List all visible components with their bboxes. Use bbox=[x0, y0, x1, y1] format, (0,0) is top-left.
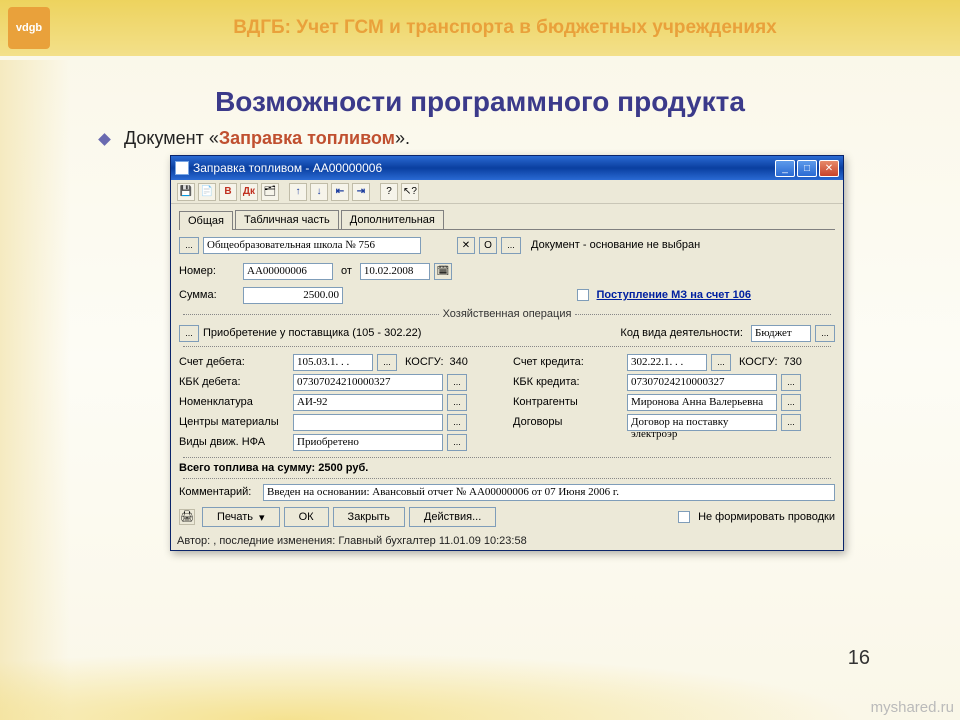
window-title: Заправка топливом - АА00000006 bbox=[193, 161, 775, 175]
operation-desc: Приобретение у поставщика (105 - 302.22) bbox=[203, 327, 421, 339]
number-field[interactable]: АА00000006 bbox=[243, 263, 333, 280]
slide-subtitle: Документ «Заправка топливом». bbox=[100, 128, 960, 149]
calendar-icon[interactable]: 🗓 bbox=[434, 263, 452, 280]
basis-select-button[interactable]: ... bbox=[501, 237, 521, 254]
toolbar-save-icon[interactable]: 💾 bbox=[177, 183, 195, 201]
group-operation-title: Хозяйственная операция bbox=[443, 308, 572, 320]
kvd-label: Код вида деятельности: bbox=[620, 327, 743, 339]
mz-checkbox-label[interactable]: Поступление МЗ на счет 106 bbox=[597, 289, 751, 301]
print-button[interactable]: Печать ▾ bbox=[202, 507, 280, 527]
toolbar-last-icon[interactable]: ⇥ bbox=[352, 183, 370, 201]
titlebar: Заправка топливом - АА00000006 _ □ ✕ bbox=[171, 156, 843, 180]
debit-account-field[interactable]: 105.03.1. . . bbox=[293, 354, 373, 371]
toolbar-dk-icon[interactable]: Дк bbox=[240, 183, 258, 201]
counterparty-button[interactable]: ... bbox=[781, 394, 801, 411]
credit-kosgu-label: КОСГУ: bbox=[739, 356, 778, 368]
minimize-button[interactable]: _ bbox=[775, 160, 795, 177]
toolbar-copy-icon[interactable]: 📄 bbox=[198, 183, 216, 201]
credit-kbk-label: КБК кредита: bbox=[513, 376, 623, 388]
contracts-label: Договоры bbox=[513, 416, 623, 428]
subtitle-prefix: Документ « bbox=[124, 128, 219, 148]
header-title: ВДГБ: Учет ГСМ и транспорта в бюджетных … bbox=[50, 17, 960, 39]
debit-kosgu-value: 340 bbox=[450, 356, 468, 368]
credit-account-field[interactable]: 302.22.1. . . bbox=[627, 354, 707, 371]
subtitle-accent: Заправка топливом bbox=[219, 128, 395, 148]
nfa-move-field[interactable]: Приобретено bbox=[293, 434, 443, 451]
debit-kbk-button[interactable]: ... bbox=[447, 374, 467, 391]
credit-kosgu-value: 730 bbox=[784, 356, 802, 368]
document-icon bbox=[175, 161, 189, 175]
tab-table[interactable]: Табличная часть bbox=[235, 210, 339, 229]
tab-general[interactable]: Общая bbox=[179, 211, 233, 230]
close-button[interactable]: ✕ bbox=[819, 160, 839, 177]
org-field[interactable]: Общеобразовательная школа № 756 bbox=[203, 237, 421, 254]
toolbar-tree-icon[interactable]: 🗂 bbox=[261, 183, 279, 201]
ok-button[interactable]: ОК bbox=[284, 507, 329, 527]
materials-center-field[interactable] bbox=[293, 414, 443, 431]
date-field[interactable]: 10.02.2008 bbox=[360, 263, 430, 280]
o-button[interactable]: O bbox=[479, 237, 497, 254]
comment-label: Комментарий: bbox=[179, 486, 259, 498]
number-label: Номер: bbox=[179, 265, 239, 277]
page-number: 16 bbox=[848, 647, 870, 670]
tabs: Общая Табличная часть Дополнительная bbox=[179, 210, 835, 230]
no-posting-checkbox[interactable] bbox=[678, 511, 690, 523]
debit-kosgu-label: КОСГУ: bbox=[405, 356, 444, 368]
org-select-button[interactable]: ... bbox=[179, 237, 199, 254]
from-label: от bbox=[341, 265, 352, 277]
debit-account-button[interactable]: ... bbox=[377, 354, 397, 371]
print-icon: 🖨 bbox=[179, 509, 195, 525]
actions-button[interactable]: Действия... bbox=[409, 507, 496, 527]
credit-kbk-field[interactable]: 07307024210000327 bbox=[627, 374, 777, 391]
no-posting-label: Не формировать проводки bbox=[698, 511, 835, 523]
maximize-button[interactable]: □ bbox=[797, 160, 817, 177]
materials-center-button[interactable]: ... bbox=[447, 414, 467, 431]
toolbar-down-icon[interactable]: ↓ bbox=[310, 183, 328, 201]
materials-center-label: Центры материалы bbox=[179, 416, 289, 428]
debit-kbk-field[interactable]: 07307024210000327 bbox=[293, 374, 443, 391]
toolbar-first-icon[interactable]: ⇤ bbox=[331, 183, 349, 201]
sum-label: Сумма: bbox=[179, 289, 239, 301]
status-line: Автор: , последние изменения: Главный бу… bbox=[171, 532, 843, 550]
app-window: Заправка топливом - АА00000006 _ □ ✕ 💾 📄… bbox=[170, 155, 844, 551]
operation-select-button[interactable]: ... bbox=[179, 325, 199, 342]
contracts-field[interactable]: Договор на поставку электроэр bbox=[627, 414, 777, 431]
toolbar-pointer-icon[interactable]: ↖? bbox=[401, 183, 419, 201]
counterparty-field[interactable]: Миронова Анна Валерьевна bbox=[627, 394, 777, 411]
debit-kbk-label: КБК дебета: bbox=[179, 376, 289, 388]
toolbar-up-icon[interactable]: ↑ bbox=[289, 183, 307, 201]
debit-account-label: Счет дебета: bbox=[179, 356, 289, 368]
toolbar-bold-icon[interactable]: B bbox=[219, 183, 237, 201]
nomenclature-field[interactable]: АИ-92 bbox=[293, 394, 443, 411]
credit-account-label: Счет кредита: bbox=[513, 356, 623, 368]
subtitle-suffix: ». bbox=[395, 128, 410, 148]
total-fuel: Всего топлива на сумму: 2500 руб. bbox=[179, 462, 835, 474]
nfa-move-label: Виды движ. НФА bbox=[179, 436, 289, 448]
sum-field[interactable]: 2500.00 bbox=[243, 287, 343, 304]
counterparty-label: Контрагенты bbox=[513, 396, 623, 408]
basis-text: Документ - основание не выбран bbox=[531, 239, 700, 251]
nomenclature-button[interactable]: ... bbox=[447, 394, 467, 411]
kvd-field[interactable]: Бюджет bbox=[751, 325, 811, 342]
slide-title: Возможности программного продукта bbox=[0, 86, 960, 118]
x-button[interactable]: ✕ bbox=[457, 237, 475, 254]
toolbar-help-icon[interactable]: ? bbox=[380, 183, 398, 201]
credit-account-button[interactable]: ... bbox=[711, 354, 731, 371]
bullet-icon bbox=[98, 133, 111, 146]
credit-kbk-button[interactable]: ... bbox=[781, 374, 801, 391]
toolbar: 💾 📄 B Дк 🗂 ↑ ↓ ⇤ ⇥ ? ↖? bbox=[171, 180, 843, 204]
watermark: myshared.ru bbox=[871, 699, 954, 716]
close-form-button[interactable]: Закрыть bbox=[333, 507, 405, 527]
nomenclature-label: Номенклатура bbox=[179, 396, 289, 408]
mz-checkbox[interactable] bbox=[577, 289, 589, 301]
comment-field[interactable]: Введен на основании: Авансовый отчет № А… bbox=[263, 484, 835, 501]
contracts-button[interactable]: ... bbox=[781, 414, 801, 431]
nfa-move-button[interactable]: ... bbox=[447, 434, 467, 451]
kvd-select-button[interactable]: ... bbox=[815, 325, 835, 342]
slide-header: vdgb ВДГБ: Учет ГСМ и транспорта в бюдже… bbox=[0, 0, 960, 56]
logo: vdgb bbox=[8, 7, 50, 49]
tab-additional[interactable]: Дополнительная bbox=[341, 210, 444, 229]
